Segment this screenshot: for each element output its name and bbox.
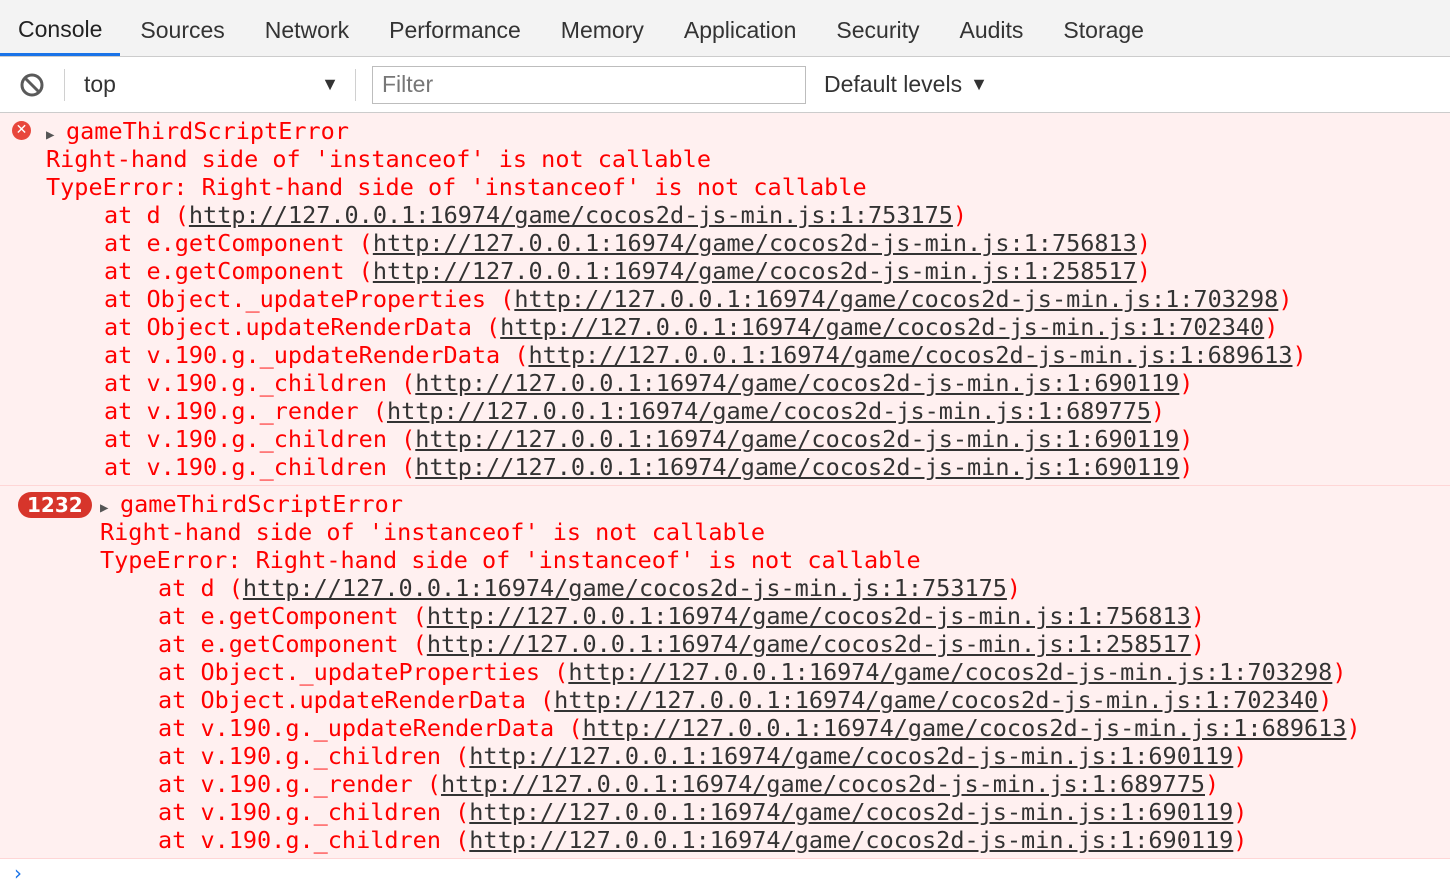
context-selector[interactable]: top ▼	[65, 71, 355, 98]
error-icon: ✕	[12, 121, 31, 140]
tab-performance[interactable]: Performance	[369, 5, 541, 56]
message-title-line[interactable]: ▶ gameThirdScriptError	[0, 490, 1450, 518]
frame-link[interactable]: http://127.0.0.1:16974/game/cocos2d-js-m…	[554, 686, 1318, 714]
frame-link[interactable]: http://127.0.0.1:16974/game/cocos2d-js-m…	[441, 770, 1205, 798]
frame-function: at Object._updateProperties	[104, 285, 501, 313]
stack-frame: at v.190.g._children (http://127.0.0.1:1…	[158, 798, 1248, 826]
error-message[interactable]: 1232 ▶ gameThirdScriptError Right-hand si…	[0, 486, 1450, 859]
stack-frame: at Object.updateRenderData (http://127.0…	[158, 686, 1333, 714]
frame-link[interactable]: http://127.0.0.1:16974/game/cocos2d-js-m…	[528, 341, 1292, 369]
message-title: gameThirdScriptError	[66, 117, 349, 145]
frame-function: at d	[104, 201, 175, 229]
repeat-count-badge: 1232	[18, 492, 92, 518]
stack-frame: at Object._updateProperties (http://127.…	[104, 285, 1293, 313]
frame-link[interactable]: http://127.0.0.1:16974/game/cocos2d-js-m…	[415, 453, 1179, 481]
console-prompt[interactable]: ›	[0, 859, 1450, 887]
stack-frame: at v.190.g._children (http://127.0.0.1:1…	[158, 742, 1248, 770]
log-levels-label: Default levels	[824, 71, 963, 97]
frame-function: at e.getComponent	[158, 602, 413, 630]
frame-function: at v.190.g._children	[158, 798, 456, 826]
message-title-line[interactable]: ▶ gameThirdScriptError	[0, 117, 1450, 145]
frame-link[interactable]: http://127.0.0.1:16974/game/cocos2d-js-m…	[415, 369, 1179, 397]
message-text: TypeError: Right-hand side of 'instanceo…	[100, 546, 921, 574]
frame-link[interactable]: http://127.0.0.1:16974/game/cocos2d-js-m…	[568, 658, 1332, 686]
frame-function: at d	[158, 574, 229, 602]
tab-storage[interactable]: Storage	[1043, 5, 1164, 56]
frame-function: at v.190.g._updateRenderData	[104, 341, 515, 369]
stack-frame: at e.getComponent (http://127.0.0.1:1697…	[104, 229, 1151, 257]
stack-trace: at d (http://127.0.0.1:16974/game/cocos2…	[0, 574, 1450, 854]
frame-link[interactable]: http://127.0.0.1:16974/game/cocos2d-js-m…	[514, 285, 1278, 313]
stack-frame: at v.190.g._render (http://127.0.0.1:169…	[158, 770, 1220, 798]
frame-link[interactable]: http://127.0.0.1:16974/game/cocos2d-js-m…	[427, 630, 1191, 658]
console-toolbar: top ▼ Default levels ▼	[0, 57, 1450, 113]
stack-frame: at v.190.g._children (http://127.0.0.1:1…	[104, 369, 1194, 397]
frame-function: at e.getComponent	[104, 229, 359, 257]
stack-frame: at v.190.g._updateRenderData (http://127…	[158, 714, 1361, 742]
frame-function: at v.190.g._children	[158, 742, 456, 770]
clear-console-button[interactable]	[0, 57, 64, 112]
console-messages: ✕ ▶ gameThirdScriptError Right-hand side …	[0, 113, 1450, 887]
prompt-chevron-icon: ›	[14, 861, 22, 885]
frame-link[interactable]: http://127.0.0.1:16974/game/cocos2d-js-m…	[189, 201, 953, 229]
stack-frame: at v.190.g._children (http://127.0.0.1:1…	[104, 425, 1194, 453]
error-message[interactable]: ✕ ▶ gameThirdScriptError Right-hand side …	[0, 113, 1450, 486]
stack-frame: at Object.updateRenderData (http://127.0…	[104, 313, 1279, 341]
clear-console-icon	[20, 73, 44, 96]
stack-frame: at v.190.g._children (http://127.0.0.1:1…	[104, 453, 1194, 481]
frame-link[interactable]: http://127.0.0.1:16974/game/cocos2d-js-m…	[427, 602, 1191, 630]
message-text: TypeError: Right-hand side of 'instanceo…	[46, 173, 867, 201]
frame-link[interactable]: http://127.0.0.1:16974/game/cocos2d-js-m…	[469, 826, 1233, 854]
frame-function: at v.190.g._updateRenderData	[158, 714, 569, 742]
tab-security[interactable]: Security	[816, 5, 939, 56]
tab-memory[interactable]: Memory	[541, 5, 664, 56]
tab-sources[interactable]: Sources	[120, 5, 244, 56]
frame-link[interactable]: http://127.0.0.1:16974/game/cocos2d-js-m…	[415, 425, 1179, 453]
stack-frame: at v.190.g._updateRenderData (http://127…	[104, 341, 1307, 369]
frame-link[interactable]: http://127.0.0.1:16974/game/cocos2d-js-m…	[387, 397, 1151, 425]
frame-function: at v.190.g._children	[104, 425, 402, 453]
frame-function: at e.getComponent	[104, 257, 359, 285]
stack-frame: at d (http://127.0.0.1:16974/game/cocos2…	[158, 574, 1022, 602]
frame-function: at e.getComponent	[158, 630, 413, 658]
frame-function: at Object.updateRenderData	[104, 313, 487, 341]
message-text: Right-hand side of 'instanceof' is not c…	[100, 518, 765, 546]
stack-frame: at v.190.g._render (http://127.0.0.1:169…	[104, 397, 1166, 425]
frame-link[interactable]: http://127.0.0.1:16974/game/cocos2d-js-m…	[373, 257, 1137, 285]
stack-frame: at Object._updateProperties (http://127.…	[158, 658, 1347, 686]
toolbar-divider	[355, 68, 356, 101]
stack-frame: at d (http://127.0.0.1:16974/game/cocos2…	[104, 201, 968, 229]
context-label: top	[84, 71, 116, 97]
frame-function: at v.190.g._children	[158, 826, 456, 854]
frame-link[interactable]: http://127.0.0.1:16974/game/cocos2d-js-m…	[469, 742, 1233, 770]
frame-link[interactable]: http://127.0.0.1:16974/game/cocos2d-js-m…	[373, 229, 1137, 257]
tab-application[interactable]: Application	[664, 5, 817, 56]
frame-link[interactable]: http://127.0.0.1:16974/game/cocos2d-js-m…	[582, 714, 1346, 742]
stack-frame: at e.getComponent (http://127.0.0.1:1697…	[158, 630, 1205, 658]
message-title: gameThirdScriptError	[120, 490, 403, 518]
frame-link[interactable]: http://127.0.0.1:16974/game/cocos2d-js-m…	[500, 313, 1264, 341]
stack-trace: at d (http://127.0.0.1:16974/game/cocos2…	[0, 201, 1450, 481]
tab-audits[interactable]: Audits	[939, 5, 1043, 56]
devtools-tab-bar: Console Sources Network Performance Memo…	[0, 0, 1450, 57]
frame-function: at v.190.g._render	[158, 770, 427, 798]
frame-function: at Object._updateProperties	[158, 658, 555, 686]
dropdown-arrow-icon: ▼	[970, 74, 988, 94]
stack-frame: at e.getComponent (http://127.0.0.1:1697…	[104, 257, 1151, 285]
message-text: Right-hand side of 'instanceof' is not c…	[46, 145, 711, 173]
frame-link[interactable]: http://127.0.0.1:16974/game/cocos2d-js-m…	[243, 574, 1007, 602]
filter-input[interactable]	[372, 65, 806, 104]
log-levels-dropdown[interactable]: Default levels ▼	[824, 71, 988, 98]
frame-function: at v.190.g._children	[104, 453, 402, 481]
dropdown-arrow-icon: ▼	[321, 74, 339, 94]
tab-network[interactable]: Network	[245, 5, 369, 56]
frame-function: at v.190.g._render	[104, 397, 373, 425]
stack-frame: at v.190.g._children (http://127.0.0.1:1…	[158, 826, 1248, 854]
stack-frame: at e.getComponent (http://127.0.0.1:1697…	[158, 602, 1205, 630]
frame-function: at Object.updateRenderData	[158, 686, 541, 714]
tab-console[interactable]: Console	[0, 5, 121, 56]
frame-function: at v.190.g._children	[104, 369, 402, 397]
frame-link[interactable]: http://127.0.0.1:16974/game/cocos2d-js-m…	[469, 798, 1233, 826]
